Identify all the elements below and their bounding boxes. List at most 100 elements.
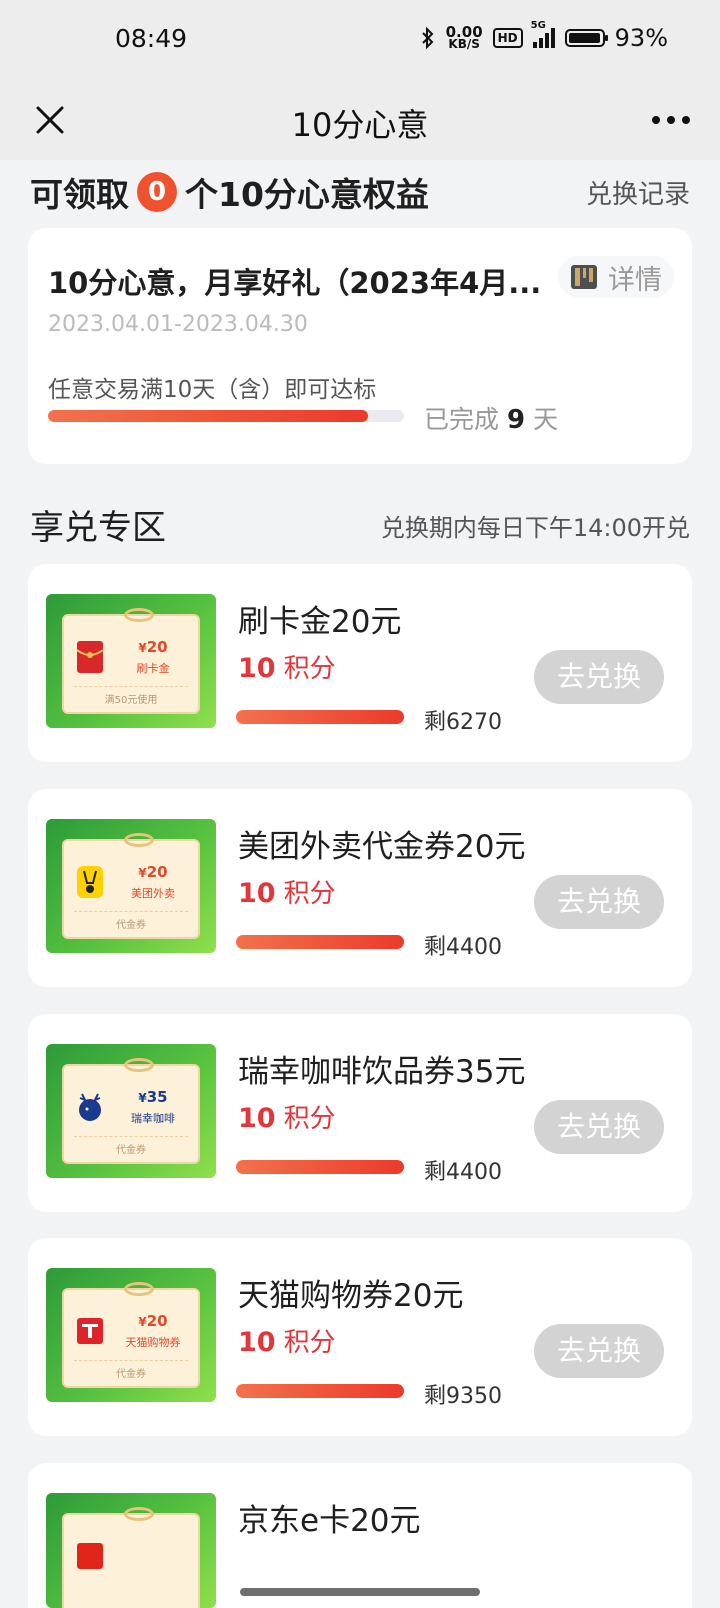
- product-card[interactable]: ¥20 刷卡金 满50元使用 刷卡金20元 10 积分 剩6270 去兑换: [28, 564, 692, 762]
- product-points-unit: 积分: [283, 1104, 336, 1134]
- page-title: 10分心意: [291, 106, 429, 144]
- product-points-unit: 积分: [283, 1328, 336, 1358]
- detail-button[interactable]: 详情: [558, 256, 674, 298]
- coupon-footnote: 代金券: [74, 1136, 188, 1156]
- redeem-button[interactable]: 去兑换: [534, 650, 664, 704]
- coupon-amount-value: 20: [146, 1312, 168, 1330]
- campaign-progress-bar: [48, 410, 404, 422]
- detail-label: 详情: [608, 264, 662, 296]
- coupon-image: ¥35 瑞幸咖啡 代金券: [62, 1058, 200, 1164]
- product-stock: 剩4400: [424, 935, 502, 960]
- product-name: 瑞幸咖啡饮品券35元: [238, 1054, 526, 1090]
- coupon-amount: ¥35: [108, 1088, 198, 1106]
- currency-symbol: ¥: [138, 1091, 147, 1105]
- redeem-button[interactable]: 去兑换: [534, 1324, 664, 1378]
- product-points: 10: [238, 1327, 276, 1358]
- product-card[interactable]: ¥35 瑞幸咖啡 代金券 瑞幸咖啡饮品券35元 10 积分 剩4400 去兑换: [28, 1014, 692, 1212]
- net-speed: 0.00 KB/S: [446, 25, 483, 51]
- signal-icon: 5G: [531, 20, 555, 48]
- campaign-progress-text: 已完成 9 天: [424, 400, 558, 436]
- product-thumbnail: [46, 1493, 216, 1608]
- product-price: 10 积分: [238, 1322, 336, 1359]
- progress-prefix: 已完成: [424, 405, 500, 434]
- coupon-footnote: 满50元使用: [74, 686, 188, 706]
- product-card[interactable]: 京东e卡20元: [28, 1463, 692, 1608]
- campaign-title: 10分心意，月享好礼（2023年4月...: [48, 266, 542, 300]
- product-card[interactable]: ¥20 天猫购物券 代金券 天猫购物券20元 10 积分 剩9350 去兑换: [28, 1238, 692, 1436]
- currency-symbol: ¥: [138, 1315, 147, 1329]
- coupon-name: 美团外卖: [131, 887, 175, 900]
- tmall-icon: [77, 1318, 103, 1344]
- product-points-unit: 积分: [283, 879, 336, 909]
- benefit-title: 可领取 0 个10分心意权益: [30, 168, 429, 216]
- benefit-suffix: 个10分心意权益: [185, 175, 429, 214]
- product-stock: 剩9350: [424, 1384, 502, 1409]
- progress-days: 9: [507, 405, 526, 435]
- coupon-image: ¥20 美团外卖 代金券: [62, 833, 200, 939]
- product-points-unit: 积分: [283, 654, 336, 684]
- coupon-image: [62, 1507, 200, 1608]
- exchange-section-header: 享兑专区 兑换期内每日下午14:00开兑: [30, 500, 690, 550]
- stock-bar: [236, 935, 404, 949]
- campaign-card: 10分心意，月享好礼（2023年4月... 详情 2023.04.01-2023…: [28, 228, 692, 464]
- coupon-name: 天猫购物券: [125, 1336, 181, 1349]
- coupon-amount-value: 35: [146, 1088, 168, 1106]
- progress-suffix: 天: [533, 405, 559, 434]
- coupon-footnote: 代金券: [74, 911, 188, 931]
- product-points: 10: [238, 653, 276, 684]
- product-card[interactable]: ¥20 美团外卖 代金券 美团外卖代金券20元 10 积分 剩4400 去兑换: [28, 789, 692, 987]
- coupon-amount-value: 20: [146, 638, 168, 656]
- nav-bar: 10分心意: [0, 80, 720, 160]
- product-name: 天猫购物券20元: [238, 1278, 464, 1314]
- benefit-header: 可领取 0 个10分心意权益 兑换记录: [30, 168, 690, 218]
- bluetooth-icon: [421, 26, 434, 50]
- coupon-amount-value: 20: [146, 863, 168, 881]
- status-bar: 08:49 0.00 KB/S HD 5G 93%: [0, 0, 720, 80]
- jd-icon: [77, 1543, 103, 1569]
- red-envelope-icon: [76, 641, 104, 673]
- section-title: 享兑专区: [30, 508, 166, 548]
- exchange-record-link[interactable]: 兑换记录: [586, 174, 690, 211]
- section-note: 兑换期内每日下午14:00开兑: [380, 514, 690, 542]
- status-icons: 0.00 KB/S HD 5G 93%: [420, 20, 668, 52]
- campaign-progress-fill: [48, 410, 369, 422]
- network-type: 5G: [530, 20, 546, 31]
- status-time: 08:49: [115, 24, 188, 53]
- campaign-date-range: 2023.04.01-2023.04.30: [48, 312, 308, 337]
- coupon-footnote: 代金券: [74, 1360, 188, 1380]
- meituan-kangaroo-icon: [77, 866, 103, 898]
- battery-level: 93%: [614, 24, 668, 52]
- product-thumbnail: ¥20 天猫购物券 代金券: [46, 1268, 216, 1402]
- product-stock: 剩4400: [424, 1160, 502, 1185]
- coupon-image: ¥20 刷卡金 满50元使用: [62, 608, 200, 714]
- redeem-button[interactable]: 去兑换: [534, 1100, 664, 1154]
- coupon-amount: ¥20: [108, 1312, 198, 1330]
- book-icon: [571, 265, 597, 289]
- product-points: 10: [238, 878, 276, 909]
- stock-bar: [236, 710, 404, 724]
- product-points: 10: [238, 1103, 276, 1134]
- benefit-prefix: 可领取: [30, 175, 129, 214]
- coupon-name: 刷卡金: [136, 662, 170, 675]
- coupon-name: 瑞幸咖啡: [131, 1112, 175, 1125]
- product-name: 刷卡金20元: [238, 604, 402, 640]
- product-name: 美团外卖代金券20元: [238, 829, 526, 865]
- home-indicator[interactable]: [240, 1588, 480, 1596]
- hd-badge: HD: [492, 28, 523, 48]
- coupon-image: ¥20 天猫购物券 代金券: [62, 1282, 200, 1388]
- net-speed-unit: KB/S: [448, 37, 480, 51]
- product-thumbnail: ¥35 瑞幸咖啡 代金券: [46, 1044, 216, 1178]
- product-thumbnail: ¥20 刷卡金 满50元使用: [46, 594, 216, 728]
- redeem-button[interactable]: 去兑换: [534, 875, 664, 929]
- stock-bar: [236, 1160, 404, 1174]
- more-icon[interactable]: [652, 106, 690, 134]
- product-price: 10 积分: [238, 648, 336, 685]
- product-name: 京东e卡20元: [238, 1503, 421, 1539]
- coupon-amount: ¥20: [108, 863, 198, 881]
- currency-symbol: ¥: [138, 641, 147, 655]
- product-price: 10 积分: [238, 873, 336, 910]
- battery-icon: [564, 29, 608, 47]
- campaign-rule: 任意交易满10天（含）即可达标: [48, 377, 377, 403]
- stock-bar: [236, 1384, 404, 1398]
- benefit-count-badge: 0: [137, 172, 177, 212]
